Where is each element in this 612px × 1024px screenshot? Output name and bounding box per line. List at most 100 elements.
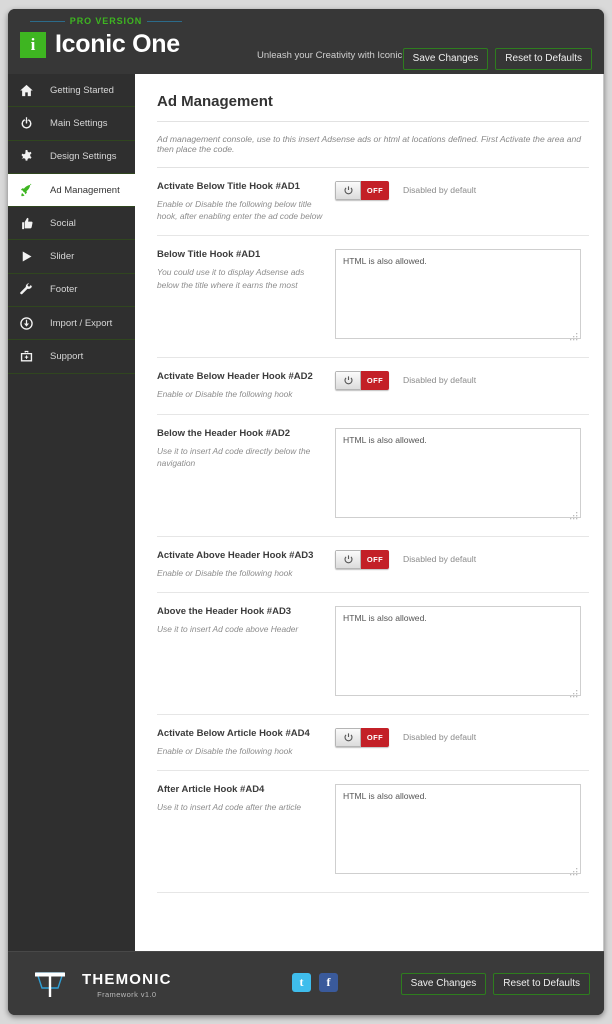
activation-toggle[interactable]: OFF	[335, 727, 389, 747]
row-title: Activate Above Header Hook #AD3	[157, 549, 314, 561]
settings-row: Activate Below Header Hook #AD2 Enable or…	[157, 358, 589, 415]
row-labels: Activate Below Header Hook #AD2 Enable or…	[157, 371, 335, 400]
twitter-icon[interactable]: t	[292, 973, 311, 992]
sidebar-item-footer[interactable]: Footer	[8, 274, 135, 308]
sidebar-item-label: Design Settings	[50, 151, 117, 163]
toggle-state-label: OFF	[361, 181, 389, 200]
row-title: Activate Below Header Hook #AD2	[157, 371, 313, 383]
sidebar-item-label: Support	[50, 351, 84, 363]
footer-version: Framework v1.0	[97, 989, 157, 999]
wrench-icon	[19, 282, 41, 297]
pro-version-label: PRO VERSION	[69, 16, 143, 26]
top-bar: PRO VERSION i Iconic One Unleash your Cr…	[8, 9, 604, 74]
reset-defaults-button-top[interactable]: Reset to Defaults	[495, 48, 592, 70]
sidebar-item-ad-management[interactable]: Ad Management	[8, 173, 135, 208]
main-content: Ad Management Ad management console, use…	[135, 74, 604, 951]
row-title: Above the Header Hook #AD3	[157, 605, 292, 617]
settings-row: Below Title Hook #AD1 You could use it to…	[157, 236, 589, 359]
power-icon	[335, 549, 361, 569]
power-icon	[335, 371, 361, 391]
sidebar-item-import-export[interactable]: Import / Export	[8, 307, 135, 341]
sidebar-item-social[interactable]: Social	[8, 207, 135, 241]
toggle-state-label: OFF	[361, 371, 389, 391]
ad-code-field-wrap	[335, 249, 581, 344]
row-description: Enable or Disable the following below ti…	[157, 199, 323, 222]
row-description: Enable or Disable the following hook	[157, 389, 293, 400]
themonic-logo-icon	[30, 964, 70, 1005]
row-title: Below Title Hook #AD1	[157, 249, 261, 261]
power-icon	[19, 116, 41, 131]
sidebar-item-label: Slider	[50, 251, 75, 263]
row-labels: Below Title Hook #AD1 You could use it to…	[157, 249, 335, 344]
row-description: Use it to insert Ad code after the artic…	[157, 801, 301, 812]
sidebar-item-label: Main Settings	[50, 117, 108, 129]
ad-code-field-wrap	[335, 427, 581, 523]
row-description: Use it to insert Ad code directly below …	[157, 445, 311, 468]
ad-code-textarea[interactable]	[335, 249, 581, 340]
download-icon	[19, 316, 41, 331]
row-control	[335, 427, 589, 523]
ad-code-textarea[interactable]	[335, 605, 581, 696]
brand: PRO VERSION i Iconic One	[20, 15, 183, 59]
settings-row: Above the Header Hook #AD3 Use it to inse…	[157, 593, 589, 715]
activation-toggle[interactable]: OFF	[335, 371, 389, 391]
footer-brand-name: THEMONIC	[82, 970, 172, 988]
row-description: Enable or Disable the following hook	[157, 567, 293, 578]
row-description: Use it to insert Ad code above Header	[157, 623, 299, 634]
sidebar-item-getting-started[interactable]: Getting Started	[8, 74, 135, 108]
sidebar-item-label: Ad Management	[50, 184, 120, 196]
ad-code-field-wrap	[335, 783, 581, 879]
activation-toggle[interactable]: OFF	[335, 549, 389, 569]
sidebar-item-support[interactable]: Support	[8, 340, 135, 374]
ad-code-textarea[interactable]	[335, 783, 581, 874]
save-changes-button-bottom[interactable]: Save Changes	[400, 973, 487, 995]
gear-icon	[19, 149, 41, 164]
power-icon	[335, 727, 361, 747]
settings-row: Below the Header Hook #AD2 Use it to inse…	[157, 415, 589, 537]
row-title: Below the Header Hook #AD2	[157, 427, 291, 439]
row-labels: Below the Header Hook #AD2 Use it to inse…	[157, 428, 335, 523]
sidebar-item-main-settings[interactable]: Main Settings	[8, 107, 135, 141]
footer-brand: THEMONIC Framework v1.0	[30, 964, 172, 1005]
home-icon	[19, 83, 41, 98]
toggle-note: Disabled by default	[403, 375, 477, 386]
footer: THEMONIC Framework v1.0 tf Save Changes …	[8, 951, 604, 1015]
pro-rule-left	[30, 20, 65, 22]
toggle-state-label: OFF	[361, 549, 389, 569]
row-labels: Above the Header Hook #AD3 Use it to inse…	[157, 606, 335, 701]
row-description: Enable or Disable the following hook	[157, 745, 293, 756]
pro-rule-right	[147, 20, 183, 22]
row-control: OFF Disabled by default	[335, 549, 589, 579]
settings-rows: Activate Below Title Hook #AD1 Enable or …	[157, 168, 589, 893]
sidebar-item-label: Getting Started	[50, 84, 114, 96]
brand-logo-icon: i	[20, 31, 46, 58]
briefcase-icon	[19, 349, 41, 364]
pro-version-banner: PRO VERSION	[30, 15, 183, 27]
settings-row: Activate Below Article Hook #AD4 Enable o…	[157, 715, 589, 771]
toggle-note: Disabled by default	[403, 553, 477, 564]
row-control	[335, 783, 589, 879]
reset-defaults-button-bottom[interactable]: Reset to Defaults	[493, 973, 590, 995]
footer-actions: Save Changes Reset to Defaults	[400, 973, 590, 995]
row-control: OFF Disabled by default	[335, 181, 589, 222]
save-changes-button-top[interactable]: Save Changes	[402, 48, 489, 70]
play-icon	[19, 249, 41, 264]
sidebar-item-label: Footer	[50, 284, 78, 296]
row-control	[335, 249, 589, 344]
page-description: Ad management console, use to this inser…	[157, 122, 589, 168]
page-title: Ad Management	[157, 84, 589, 122]
facebook-icon[interactable]: f	[319, 973, 338, 992]
brand-title: Iconic One	[55, 30, 180, 58]
row-control	[335, 605, 589, 701]
toggle-note: Disabled by default	[403, 185, 477, 195]
activation-toggle[interactable]: OFF	[335, 181, 389, 200]
admin-panel: PRO VERSION i Iconic One Unleash your Cr…	[8, 9, 604, 1015]
row-title: Activate Below Title Hook #AD1	[157, 181, 300, 192]
row-title: Activate Below Article Hook #AD4	[157, 727, 310, 739]
social-links: tf	[292, 973, 338, 992]
ad-code-textarea[interactable]	[335, 427, 581, 518]
sidebar-item-slider[interactable]: Slider	[8, 240, 135, 274]
sidebar-item-design-settings[interactable]: Design Settings	[8, 141, 135, 174]
row-control: OFF Disabled by default	[335, 371, 589, 400]
body: Getting Started Main Settings Design Setti…	[8, 74, 604, 951]
